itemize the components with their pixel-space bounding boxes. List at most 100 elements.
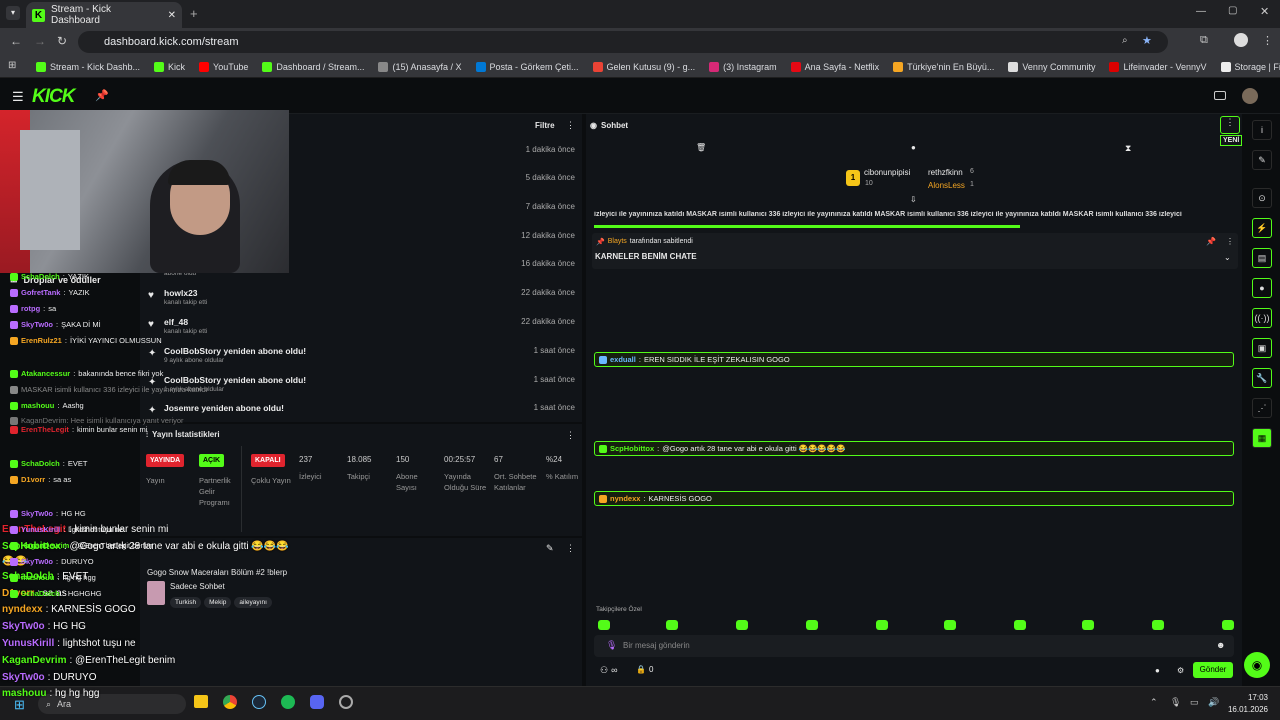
wrench-icon[interactable]: 🔧	[1252, 368, 1272, 388]
profile-avatar[interactable]	[1234, 33, 1248, 47]
broadcast-icon[interactable]: ((·))	[1252, 308, 1272, 328]
mic-tray-icon[interactable]: 🎙	[1170, 697, 1181, 708]
emote-icon[interactable]	[736, 620, 748, 630]
emote-icon[interactable]	[1014, 620, 1026, 630]
game-icon[interactable]: ▦	[1252, 428, 1272, 448]
bookmark-item[interactable]: Ana Sayfa - Netflix	[790, 61, 879, 72]
chat-message[interactable]: SkyTw0o: ŞAKA Dİ Mİ	[10, 320, 101, 329]
zoom-icon[interactable]: ⌕	[1122, 35, 1128, 46]
chat-username[interactable]: YunusKirill	[21, 525, 60, 534]
minimize-icon[interactable]: —	[1196, 6, 1206, 17]
filter-button[interactable]: Filtre	[535, 121, 555, 130]
trash-icon[interactable]: 🗑	[696, 143, 706, 152]
file-explorer-icon[interactable]	[194, 695, 208, 708]
new-tab-icon[interactable]: +	[190, 6, 198, 21]
bookmark-item[interactable]: Stream - Kick Dashb...	[36, 61, 140, 72]
chat-message[interactable]: GofretTank: YAZIK	[10, 288, 90, 297]
nodes-icon[interactable]: ⋰	[1252, 398, 1272, 418]
chat-username[interactable]: SkyTw0o	[21, 557, 53, 566]
stream-tag[interactable]: Mekip	[204, 597, 232, 608]
emote-icon[interactable]	[806, 620, 818, 630]
user-avatar[interactable]	[1242, 88, 1258, 104]
browser-tab[interactable]: K Stream - Kick Dashboard ✕	[26, 2, 182, 28]
chat-username[interactable]: mashouu	[21, 401, 54, 410]
chat-username[interactable]: SkyTw0o	[21, 320, 53, 329]
chat-message[interactable]: SchaDolch: EVET	[10, 459, 87, 468]
chat-icon[interactable]: ●	[1252, 278, 1272, 298]
close-window-icon[interactable]: ✕	[1260, 5, 1269, 18]
chat-username[interactable]: rotpg	[21, 304, 40, 313]
bookmark-item[interactable]: Dashboard / Stream...	[262, 61, 364, 72]
chrome-icon[interactable]	[223, 695, 237, 709]
stats-menu-icon[interactable]: ⋮	[566, 430, 575, 441]
emote-icon[interactable]	[876, 620, 888, 630]
send-button[interactable]: Gönder	[1193, 662, 1233, 678]
chat-bubble-small-icon[interactable]: ●	[1155, 666, 1160, 675]
chat-username[interactable]: SchaDolch	[21, 589, 60, 598]
chat-message[interactable]: mashouu: Aashg	[10, 401, 84, 410]
slow-mode-icon[interactable]: ⧗	[1125, 143, 1131, 154]
chat-username[interactable]: D1vorr	[21, 475, 45, 484]
bookmark-star-icon[interactable]: ★	[1142, 34, 1152, 47]
chat-username[interactable]: KaganDevrim	[21, 541, 69, 550]
info-icon[interactable]: i	[1252, 120, 1272, 140]
chat-username[interactable]: exduall	[610, 355, 636, 364]
chat-help-button[interactable]: ◉	[1244, 652, 1270, 678]
chat-username[interactable]: Atakancessur	[21, 369, 70, 378]
chat-message[interactable]: KaganDevrim: @ErenTheLegit benim	[10, 541, 153, 550]
browser-menu-icon[interactable]: ⋮	[1262, 34, 1273, 47]
chat-mode-icon[interactable]: ●	[911, 143, 916, 152]
camera-icon[interactable]: ⊙	[1252, 188, 1272, 208]
bookmark-item[interactable]: Gelen Kutusu (9) - g...	[592, 61, 695, 72]
apps-grid-icon[interactable]: ⊞	[8, 60, 16, 71]
chat-message[interactable]: KaganDevrim: Hee isimli kullanıcıya yanı…	[10, 416, 184, 425]
info-menu-icon[interactable]: ⋮	[566, 543, 575, 554]
expand-icon[interactable]: ⇩	[910, 195, 917, 204]
chat-message[interactable]: YunusKirill: lightshot tuşu ne	[10, 525, 123, 534]
chat-username[interactable]: ErenTheLegit	[21, 425, 69, 434]
card-icon[interactable]	[1214, 91, 1226, 100]
windows-start-icon[interactable]: ⊞	[14, 697, 25, 713]
chat-username[interactable]: SkyTw0o	[21, 509, 53, 518]
top-user-3[interactable]: AlonsLess	[928, 181, 965, 190]
obs-icon[interactable]	[339, 695, 353, 709]
points-area[interactable]: ⚇ ∞	[600, 665, 618, 676]
top-user-2[interactable]: rethzfkinn	[928, 168, 963, 177]
chat-username[interactable]: SchaDolch	[21, 272, 60, 281]
chevron-down-icon[interactable]: ⌄	[1224, 253, 1231, 262]
chat-message[interactable]: SchaDolch: HGHGHG	[10, 589, 102, 598]
forward-icon[interactable]: →	[34, 34, 46, 48]
volume-icon[interactable]: 🔊	[1208, 697, 1219, 708]
chat-username[interactable]: SchaDolch	[21, 459, 60, 468]
chat-username[interactable]: nyndexx	[610, 494, 640, 503]
bookmark-item[interactable]: Posta - Görkem Çeti...	[475, 61, 579, 72]
pinned-by-user[interactable]: Blayts	[608, 238, 627, 246]
emote-icon[interactable]	[1152, 620, 1164, 630]
chat-message[interactable]: D1vorr: sa as	[10, 475, 71, 484]
activity-menu-icon[interactable]: ⋮	[566, 120, 575, 131]
chat-message[interactable]: MASKAR isimli kullanıcı 336 izleyici ile…	[10, 385, 208, 394]
url-input[interactable]: dashboard.kick.com/stream	[78, 31, 1168, 53]
unpin-icon[interactable]: 📌	[1206, 237, 1216, 246]
bookmark-item[interactable]: Storage | Fivemanage	[1220, 61, 1280, 72]
reload-icon[interactable]: ↻	[57, 34, 67, 48]
chat-options-icon[interactable]: ⋮	[1220, 116, 1240, 134]
chat-username[interactable]: ErenRulz21	[21, 336, 62, 345]
chat-message[interactable]: ErenRulz21: İYİKİ YAYINCI OLMUSSUN	[10, 336, 162, 345]
bookmark-item[interactable]: Kick	[154, 61, 185, 72]
emote-icon[interactable]	[1082, 620, 1094, 630]
mic-icon[interactable]: 🎙	[606, 640, 617, 651]
bookmark-item[interactable]: (3) Instagram	[709, 61, 777, 72]
discord-icon[interactable]	[310, 695, 324, 709]
tab-search-icon[interactable]: ▾	[6, 6, 20, 20]
chat-message[interactable]: rotpg: sa	[10, 304, 56, 313]
maximize-icon[interactable]: ▢	[1228, 5, 1237, 16]
emote-icon[interactable]	[944, 620, 956, 630]
pinned-menu-icon[interactable]: ⋮	[1226, 237, 1234, 246]
back-icon[interactable]: ←	[10, 34, 22, 48]
stream-tag[interactable]: aileyayını	[234, 597, 272, 608]
settings-gear-icon[interactable]: ⚙	[1177, 666, 1184, 675]
bookmark-item[interactable]: YouTube	[199, 61, 248, 72]
chat-message[interactable]: SkyTw0o: DURUYO	[10, 557, 94, 566]
kick-logo[interactable]: KICK	[32, 86, 75, 108]
